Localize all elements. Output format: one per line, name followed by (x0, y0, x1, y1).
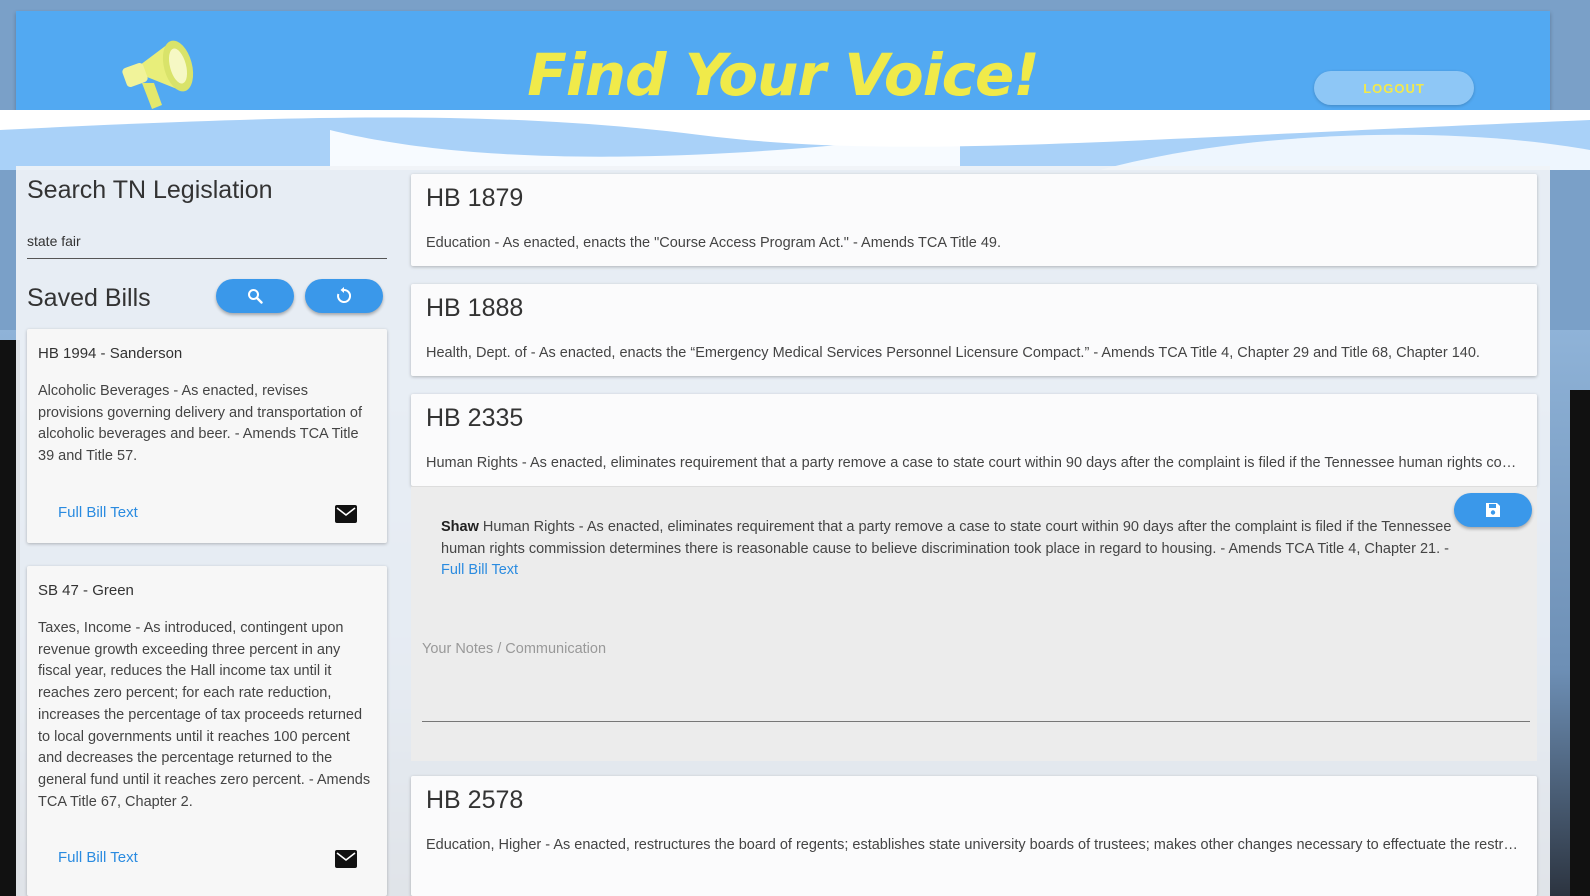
full-bill-text-link[interactable]: Full Bill Text (58, 849, 138, 866)
saved-bills-title: Saved Bills (27, 284, 151, 312)
bill-card[interactable]: HB 2578 Education, Higher - As enacted, … (411, 776, 1537, 896)
bill-card[interactable]: HB 1879 Education - As enacted, enacts t… (411, 174, 1537, 266)
bill-description: Health, Dept. of - As enacted, enacts th… (426, 345, 1480, 361)
background-shadow-right (1570, 390, 1590, 896)
search-title: Search TN Legislation (27, 176, 273, 204)
search-button[interactable] (216, 279, 294, 313)
full-bill-text-link[interactable]: Full Bill Text (58, 504, 138, 521)
full-bill-text-link[interactable]: Full Bill Text (441, 562, 518, 578)
bill-card-expanded[interactable]: HB 2335 Human Rights - As enacted, elimi… (411, 394, 1537, 486)
logout-button[interactable]: LOGOUT (1314, 71, 1474, 105)
saved-bill-title: SB 47 - Green (38, 582, 134, 599)
bill-number: HB 2335 (426, 404, 524, 432)
search-icon (248, 289, 263, 304)
saved-bill-card: SB 47 - Green Taxes, Income - As introdu… (27, 566, 387, 896)
bill-description: Education - As enacted, enacts the "Cour… (426, 235, 1002, 251)
saved-bill-card: HB 1994 - Sanderson Alcoholic Beverages … (27, 329, 387, 543)
bill-number: HB 2578 (426, 786, 524, 814)
bill-number: HB 1888 (426, 294, 524, 322)
save-button[interactable] (1454, 493, 1532, 527)
bill-detail-description: Human Rights - As enacted, eliminates re… (441, 519, 1452, 557)
saved-bill-title: HB 1994 - Sanderson (38, 345, 183, 362)
save-icon (1486, 503, 1500, 517)
reset-button[interactable] (305, 279, 383, 313)
bill-description: Education, Higher - As enacted, restruct… (426, 837, 1522, 853)
mail-icon[interactable] (335, 505, 357, 523)
bill-sponsor: Shaw (441, 519, 479, 535)
search-input[interactable] (27, 224, 387, 259)
bill-detail-text: Shaw Human Rights - As enacted, eliminat… (441, 517, 1471, 582)
bill-description: Human Rights - As enacted, eliminates re… (426, 455, 1522, 471)
mail-icon[interactable] (335, 850, 357, 868)
bill-detail-panel: Shaw Human Rights - As enacted, eliminat… (411, 486, 1537, 761)
notes-label: Your Notes / Communication (422, 641, 607, 657)
refresh-icon (337, 287, 352, 303)
bill-card[interactable]: HB 1888 Health, Dept. of - As enacted, e… (411, 284, 1537, 376)
saved-bill-description: Taxes, Income - As introduced, contingen… (38, 620, 371, 810)
sidebar: Search TN Legislation Saved Bills HB 199… (16, 166, 404, 896)
header-wave (0, 110, 1590, 170)
saved-bill-description: Alcoholic Beverages - As enacted, revise… (38, 383, 363, 465)
notes-input[interactable] (422, 661, 1530, 722)
app-header: Find Your Voice! LOGOUT (16, 11, 1550, 119)
bill-number: HB 1879 (426, 184, 524, 212)
